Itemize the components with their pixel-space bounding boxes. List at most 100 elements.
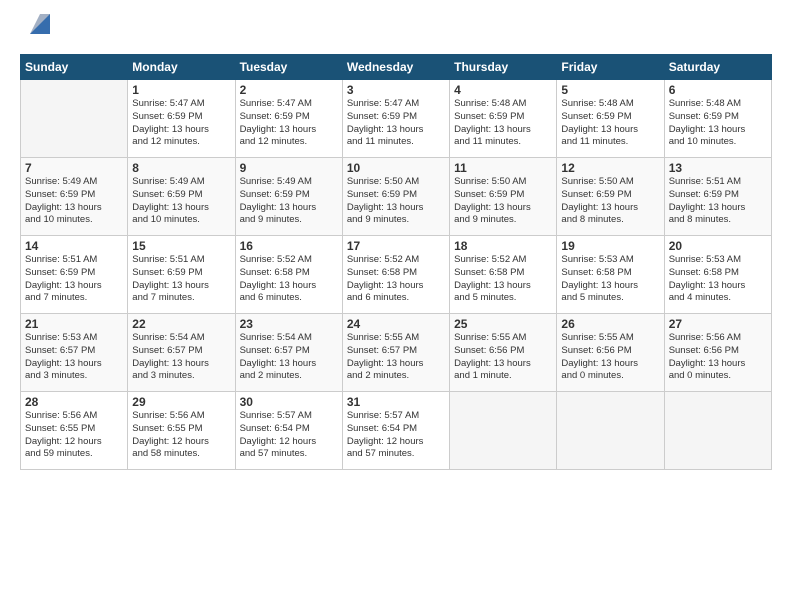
col-header-monday: Monday: [128, 55, 235, 80]
day-number: 2: [240, 83, 338, 97]
day-cell: 17Sunrise: 5:52 AM Sunset: 6:58 PM Dayli…: [342, 236, 449, 314]
day-number: 3: [347, 83, 445, 97]
day-cell: 22Sunrise: 5:54 AM Sunset: 6:57 PM Dayli…: [128, 314, 235, 392]
day-number: 16: [240, 239, 338, 253]
week-row-3: 14Sunrise: 5:51 AM Sunset: 6:59 PM Dayli…: [21, 236, 772, 314]
day-number: 29: [132, 395, 230, 409]
week-row-4: 21Sunrise: 5:53 AM Sunset: 6:57 PM Dayli…: [21, 314, 772, 392]
day-info: Sunrise: 5:48 AM Sunset: 6:59 PM Dayligh…: [454, 98, 552, 149]
col-header-wednesday: Wednesday: [342, 55, 449, 80]
day-cell: 25Sunrise: 5:55 AM Sunset: 6:56 PM Dayli…: [450, 314, 557, 392]
day-info: Sunrise: 5:50 AM Sunset: 6:59 PM Dayligh…: [561, 176, 659, 227]
day-number: 21: [25, 317, 123, 331]
header-row: SundayMondayTuesdayWednesdayThursdayFrid…: [21, 55, 772, 80]
day-info: Sunrise: 5:51 AM Sunset: 6:59 PM Dayligh…: [132, 254, 230, 305]
day-cell: 23Sunrise: 5:54 AM Sunset: 6:57 PM Dayli…: [235, 314, 342, 392]
day-cell: 3Sunrise: 5:47 AM Sunset: 6:59 PM Daylig…: [342, 80, 449, 158]
day-info: Sunrise: 5:49 AM Sunset: 6:59 PM Dayligh…: [132, 176, 230, 227]
day-number: 23: [240, 317, 338, 331]
day-info: Sunrise: 5:57 AM Sunset: 6:54 PM Dayligh…: [240, 410, 338, 461]
day-number: 17: [347, 239, 445, 253]
day-cell: [450, 392, 557, 470]
day-cell: 10Sunrise: 5:50 AM Sunset: 6:59 PM Dayli…: [342, 158, 449, 236]
day-cell: [557, 392, 664, 470]
day-number: 14: [25, 239, 123, 253]
day-info: Sunrise: 5:54 AM Sunset: 6:57 PM Dayligh…: [132, 332, 230, 383]
day-info: Sunrise: 5:47 AM Sunset: 6:59 PM Dayligh…: [240, 98, 338, 149]
day-number: 11: [454, 161, 552, 175]
day-number: 6: [669, 83, 767, 97]
day-number: 20: [669, 239, 767, 253]
day-info: Sunrise: 5:49 AM Sunset: 6:59 PM Dayligh…: [240, 176, 338, 227]
day-cell: 18Sunrise: 5:52 AM Sunset: 6:58 PM Dayli…: [450, 236, 557, 314]
day-number: 18: [454, 239, 552, 253]
day-cell: 29Sunrise: 5:56 AM Sunset: 6:55 PM Dayli…: [128, 392, 235, 470]
day-cell: 4Sunrise: 5:48 AM Sunset: 6:59 PM Daylig…: [450, 80, 557, 158]
day-cell: 5Sunrise: 5:48 AM Sunset: 6:59 PM Daylig…: [557, 80, 664, 158]
day-number: 4: [454, 83, 552, 97]
day-info: Sunrise: 5:49 AM Sunset: 6:59 PM Dayligh…: [25, 176, 123, 227]
day-info: Sunrise: 5:52 AM Sunset: 6:58 PM Dayligh…: [240, 254, 338, 305]
day-cell: 30Sunrise: 5:57 AM Sunset: 6:54 PM Dayli…: [235, 392, 342, 470]
day-cell: 8Sunrise: 5:49 AM Sunset: 6:59 PM Daylig…: [128, 158, 235, 236]
header: [20, 20, 772, 42]
day-number: 19: [561, 239, 659, 253]
day-cell: 16Sunrise: 5:52 AM Sunset: 6:58 PM Dayli…: [235, 236, 342, 314]
day-info: Sunrise: 5:48 AM Sunset: 6:59 PM Dayligh…: [561, 98, 659, 149]
day-info: Sunrise: 5:52 AM Sunset: 6:58 PM Dayligh…: [454, 254, 552, 305]
day-number: 15: [132, 239, 230, 253]
day-cell: 7Sunrise: 5:49 AM Sunset: 6:59 PM Daylig…: [21, 158, 128, 236]
day-info: Sunrise: 5:53 AM Sunset: 6:57 PM Dayligh…: [25, 332, 123, 383]
calendar-table: SundayMondayTuesdayWednesdayThursdayFrid…: [20, 54, 772, 470]
day-number: 7: [25, 161, 123, 175]
day-info: Sunrise: 5:53 AM Sunset: 6:58 PM Dayligh…: [669, 254, 767, 305]
day-cell: 21Sunrise: 5:53 AM Sunset: 6:57 PM Dayli…: [21, 314, 128, 392]
day-number: 13: [669, 161, 767, 175]
col-header-tuesday: Tuesday: [235, 55, 342, 80]
day-info: Sunrise: 5:56 AM Sunset: 6:55 PM Dayligh…: [25, 410, 123, 461]
day-cell: 19Sunrise: 5:53 AM Sunset: 6:58 PM Dayli…: [557, 236, 664, 314]
day-info: Sunrise: 5:47 AM Sunset: 6:59 PM Dayligh…: [347, 98, 445, 149]
day-info: Sunrise: 5:55 AM Sunset: 6:56 PM Dayligh…: [454, 332, 552, 383]
day-info: Sunrise: 5:51 AM Sunset: 6:59 PM Dayligh…: [25, 254, 123, 305]
day-cell: 31Sunrise: 5:57 AM Sunset: 6:54 PM Dayli…: [342, 392, 449, 470]
day-cell: [664, 392, 771, 470]
logo-icon: [22, 6, 54, 38]
day-info: Sunrise: 5:50 AM Sunset: 6:59 PM Dayligh…: [454, 176, 552, 227]
day-number: 5: [561, 83, 659, 97]
day-number: 25: [454, 317, 552, 331]
day-number: 1: [132, 83, 230, 97]
day-number: 24: [347, 317, 445, 331]
day-cell: 1Sunrise: 5:47 AM Sunset: 6:59 PM Daylig…: [128, 80, 235, 158]
day-info: Sunrise: 5:52 AM Sunset: 6:58 PM Dayligh…: [347, 254, 445, 305]
day-info: Sunrise: 5:54 AM Sunset: 6:57 PM Dayligh…: [240, 332, 338, 383]
day-cell: 11Sunrise: 5:50 AM Sunset: 6:59 PM Dayli…: [450, 158, 557, 236]
day-cell: 28Sunrise: 5:56 AM Sunset: 6:55 PM Dayli…: [21, 392, 128, 470]
day-cell: 20Sunrise: 5:53 AM Sunset: 6:58 PM Dayli…: [664, 236, 771, 314]
day-info: Sunrise: 5:47 AM Sunset: 6:59 PM Dayligh…: [132, 98, 230, 149]
logo: [20, 20, 54, 42]
week-row-2: 7Sunrise: 5:49 AM Sunset: 6:59 PM Daylig…: [21, 158, 772, 236]
day-info: Sunrise: 5:57 AM Sunset: 6:54 PM Dayligh…: [347, 410, 445, 461]
day-info: Sunrise: 5:56 AM Sunset: 6:56 PM Dayligh…: [669, 332, 767, 383]
day-info: Sunrise: 5:55 AM Sunset: 6:57 PM Dayligh…: [347, 332, 445, 383]
day-cell: [21, 80, 128, 158]
day-number: 31: [347, 395, 445, 409]
day-cell: 13Sunrise: 5:51 AM Sunset: 6:59 PM Dayli…: [664, 158, 771, 236]
day-info: Sunrise: 5:56 AM Sunset: 6:55 PM Dayligh…: [132, 410, 230, 461]
day-info: Sunrise: 5:51 AM Sunset: 6:59 PM Dayligh…: [669, 176, 767, 227]
week-row-1: 1Sunrise: 5:47 AM Sunset: 6:59 PM Daylig…: [21, 80, 772, 158]
col-header-sunday: Sunday: [21, 55, 128, 80]
day-number: 30: [240, 395, 338, 409]
day-number: 12: [561, 161, 659, 175]
day-number: 28: [25, 395, 123, 409]
day-cell: 24Sunrise: 5:55 AM Sunset: 6:57 PM Dayli…: [342, 314, 449, 392]
day-info: Sunrise: 5:50 AM Sunset: 6:59 PM Dayligh…: [347, 176, 445, 227]
day-cell: 6Sunrise: 5:48 AM Sunset: 6:59 PM Daylig…: [664, 80, 771, 158]
day-info: Sunrise: 5:55 AM Sunset: 6:56 PM Dayligh…: [561, 332, 659, 383]
day-info: Sunrise: 5:48 AM Sunset: 6:59 PM Dayligh…: [669, 98, 767, 149]
col-header-saturday: Saturday: [664, 55, 771, 80]
day-cell: 14Sunrise: 5:51 AM Sunset: 6:59 PM Dayli…: [21, 236, 128, 314]
day-cell: 15Sunrise: 5:51 AM Sunset: 6:59 PM Dayli…: [128, 236, 235, 314]
day-cell: 12Sunrise: 5:50 AM Sunset: 6:59 PM Dayli…: [557, 158, 664, 236]
